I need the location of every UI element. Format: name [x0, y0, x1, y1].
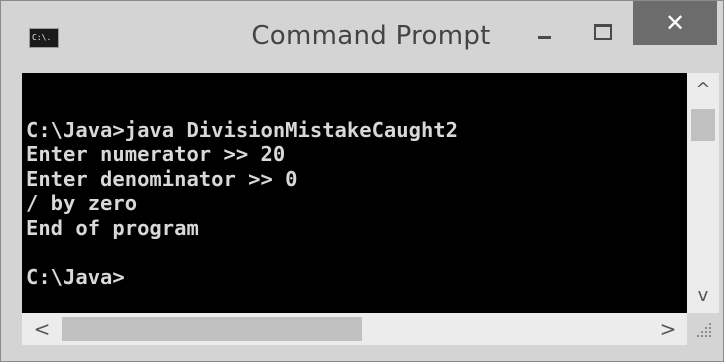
scroll-up-icon[interactable]: ^	[687, 75, 719, 105]
console-line: Enter denominator >> 0	[26, 166, 298, 191]
grip-dot	[705, 327, 707, 329]
grip-dot	[705, 335, 707, 337]
scroll-right-icon[interactable]: >	[654, 313, 682, 345]
resize-grip-icon[interactable]	[687, 313, 719, 345]
title-bar[interactable]: C:\. Command Prompt ✕	[1, 1, 723, 71]
console-text: C:\Java>java DivisionMistakeCaught2 Ente…	[26, 93, 458, 289]
maximize-button[interactable]	[581, 9, 623, 49]
grip-dot	[709, 323, 711, 325]
vertical-scrollbar[interactable]: ^ v	[687, 73, 719, 313]
console-line: / by zero	[26, 191, 138, 215]
console-line: Enter numerator >> 20	[26, 142, 286, 166]
close-button[interactable]: ✕	[633, 1, 717, 45]
grip-dot	[709, 335, 711, 337]
grip-dot	[701, 335, 703, 337]
grip-dot	[709, 327, 711, 329]
command-prompt-window: C:\. Command Prompt ✕ C:\Java>java Divis…	[0, 0, 724, 362]
console-line: End of program	[26, 215, 199, 240]
console-line: C:\Java>	[26, 264, 125, 289]
horizontal-scrollbar[interactable]: < >	[22, 313, 687, 345]
scroll-left-icon[interactable]: <	[28, 313, 56, 345]
grip-dot	[709, 331, 711, 333]
grip-dot	[701, 331, 703, 333]
scroll-down-icon[interactable]: v	[687, 281, 719, 311]
horizontal-scroll-thumb[interactable]	[62, 317, 362, 341]
console-output[interactable]: C:\Java>java DivisionMistakeCaught2 Ente…	[22, 73, 687, 313]
vertical-scroll-thumb[interactable]	[691, 109, 715, 141]
console-line: C:\Java>java DivisionMistakeCaught2	[26, 117, 458, 142]
grip-dot	[705, 331, 707, 333]
minimize-button[interactable]	[523, 9, 565, 49]
grip-dot	[697, 335, 699, 337]
